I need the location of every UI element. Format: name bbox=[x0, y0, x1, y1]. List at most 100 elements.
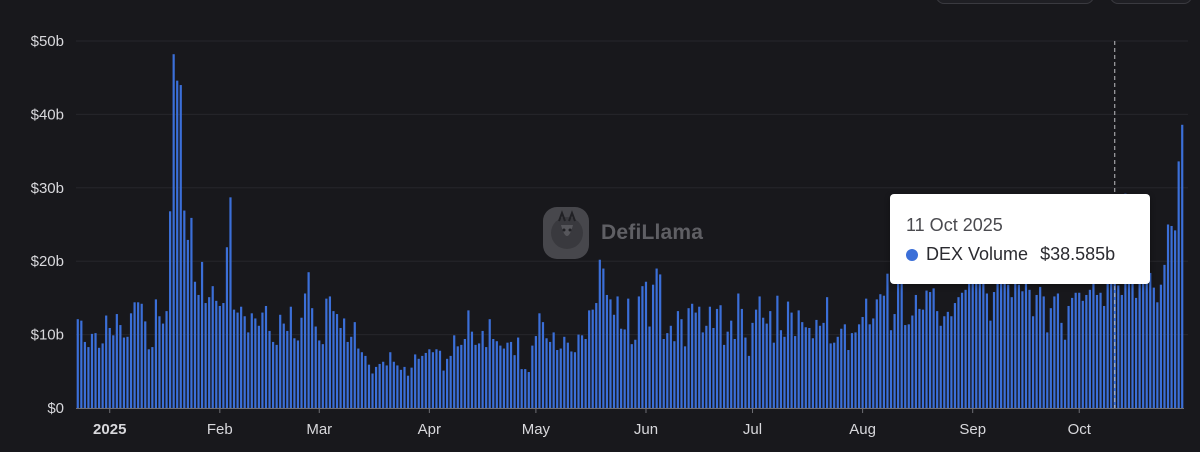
bar[interactable] bbox=[176, 80, 179, 408]
bar[interactable] bbox=[495, 341, 498, 408]
bar[interactable] bbox=[506, 342, 509, 408]
bar[interactable] bbox=[435, 349, 438, 408]
bar[interactable] bbox=[470, 331, 474, 408]
bar[interactable] bbox=[463, 339, 466, 408]
bar[interactable] bbox=[428, 349, 431, 408]
bar[interactable] bbox=[655, 268, 658, 408]
bar[interactable] bbox=[144, 321, 147, 408]
bar[interactable] bbox=[1152, 287, 1155, 408]
bar[interactable] bbox=[900, 270, 903, 408]
bar[interactable] bbox=[708, 306, 711, 408]
bar[interactable] bbox=[687, 308, 690, 408]
bar[interactable] bbox=[563, 336, 566, 408]
bar[interactable] bbox=[282, 323, 285, 408]
bar[interactable] bbox=[1081, 300, 1084, 408]
bar[interactable] bbox=[861, 316, 864, 408]
bar[interactable] bbox=[662, 339, 665, 408]
bar[interactable] bbox=[666, 333, 669, 408]
bar[interactable] bbox=[570, 351, 573, 408]
bar[interactable] bbox=[953, 303, 957, 408]
bar[interactable] bbox=[97, 347, 101, 408]
bar[interactable] bbox=[616, 296, 619, 408]
bar[interactable] bbox=[673, 341, 676, 408]
bar[interactable] bbox=[882, 295, 886, 408]
bar[interactable] bbox=[1028, 289, 1031, 408]
bar[interactable] bbox=[1007, 284, 1010, 408]
bar[interactable] bbox=[353, 322, 356, 408]
bar[interactable] bbox=[925, 290, 928, 408]
bar[interactable] bbox=[250, 313, 253, 408]
bar[interactable] bbox=[456, 346, 459, 408]
bar[interactable] bbox=[154, 299, 157, 408]
bar[interactable] bbox=[818, 325, 822, 408]
bar[interactable] bbox=[893, 314, 896, 408]
bar[interactable] bbox=[857, 324, 861, 408]
bar[interactable] bbox=[158, 316, 161, 408]
bar[interactable] bbox=[133, 302, 136, 408]
bar[interactable] bbox=[1177, 161, 1180, 408]
bar[interactable] bbox=[946, 311, 949, 408]
bar[interactable] bbox=[815, 319, 818, 408]
bar[interactable] bbox=[382, 361, 385, 408]
bar[interactable] bbox=[957, 297, 960, 408]
bar[interactable] bbox=[822, 322, 825, 408]
bar[interactable] bbox=[1110, 275, 1113, 408]
bar[interactable] bbox=[637, 296, 640, 408]
bar[interactable] bbox=[1106, 281, 1109, 408]
bar[interactable] bbox=[538, 313, 541, 408]
bar[interactable] bbox=[719, 305, 722, 408]
bar[interactable] bbox=[811, 338, 814, 408]
bar[interactable] bbox=[481, 330, 484, 408]
bar[interactable] bbox=[254, 318, 257, 408]
bar[interactable] bbox=[80, 320, 83, 408]
bar[interactable] bbox=[442, 370, 445, 408]
bar[interactable] bbox=[772, 342, 775, 408]
bar[interactable] bbox=[421, 355, 424, 408]
bar[interactable] bbox=[730, 320, 733, 408]
bar[interactable] bbox=[332, 311, 335, 408]
bar[interactable] bbox=[928, 292, 932, 408]
bar[interactable] bbox=[1060, 322, 1063, 408]
bar[interactable] bbox=[794, 336, 797, 408]
bar[interactable] bbox=[1120, 294, 1123, 408]
bar[interactable] bbox=[509, 341, 513, 408]
bar[interactable] bbox=[90, 333, 94, 408]
bar[interactable] bbox=[186, 239, 189, 408]
bar[interactable] bbox=[520, 369, 523, 408]
bar[interactable] bbox=[502, 348, 506, 408]
bar[interactable] bbox=[406, 375, 410, 408]
bar[interactable] bbox=[225, 247, 229, 408]
bar[interactable] bbox=[1127, 262, 1131, 408]
bar[interactable] bbox=[683, 346, 687, 408]
bar[interactable] bbox=[190, 217, 193, 408]
bar[interactable] bbox=[559, 348, 562, 408]
bar[interactable] bbox=[257, 325, 260, 408]
bar[interactable] bbox=[414, 354, 417, 408]
bar[interactable] bbox=[786, 301, 790, 408]
bar[interactable] bbox=[364, 355, 367, 408]
bar[interactable] bbox=[694, 312, 697, 408]
bar[interactable] bbox=[218, 305, 221, 408]
bar[interactable] bbox=[534, 336, 537, 408]
bar[interactable] bbox=[985, 293, 988, 409]
bar[interactable] bbox=[889, 330, 893, 408]
bar[interactable] bbox=[541, 322, 545, 408]
bar[interactable] bbox=[343, 318, 346, 408]
bar[interactable] bbox=[1078, 292, 1081, 408]
bar[interactable] bbox=[762, 317, 765, 408]
bar[interactable] bbox=[886, 273, 889, 408]
bar[interactable] bbox=[1067, 305, 1070, 408]
bar[interactable] bbox=[197, 294, 200, 408]
bar[interactable] bbox=[552, 332, 555, 408]
bar[interactable] bbox=[247, 332, 250, 408]
bar[interactable] bbox=[240, 306, 243, 408]
bar[interactable] bbox=[1103, 305, 1106, 408]
bar[interactable] bbox=[389, 352, 392, 408]
bar[interactable] bbox=[485, 347, 488, 408]
bar[interactable] bbox=[698, 306, 701, 408]
bar[interactable] bbox=[833, 342, 836, 408]
bar[interactable] bbox=[747, 355, 751, 408]
bar[interactable] bbox=[477, 343, 481, 408]
bar[interactable] bbox=[318, 340, 321, 408]
bar[interactable] bbox=[790, 312, 793, 408]
